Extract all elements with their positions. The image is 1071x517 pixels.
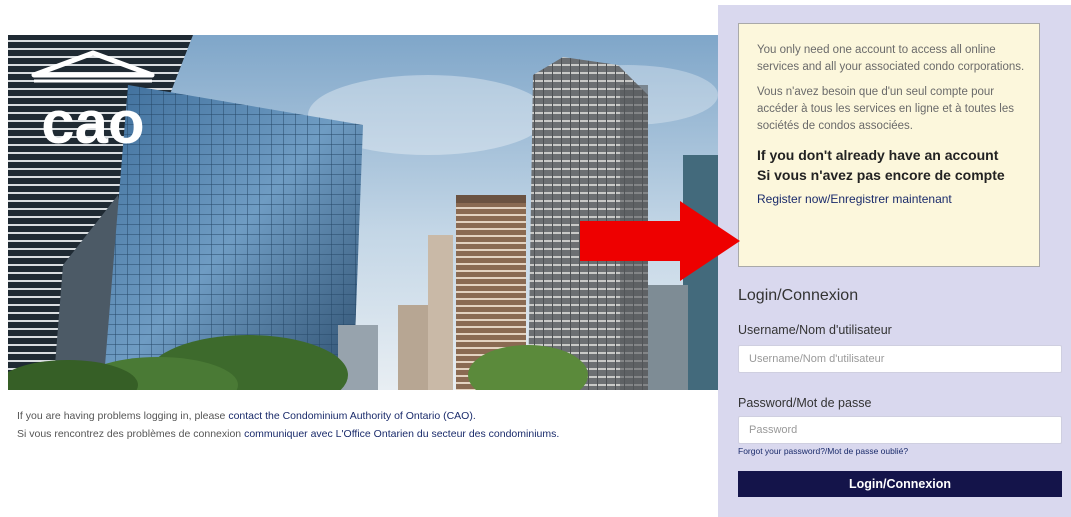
password-label: Password/Mot de passe [738,396,872,410]
account-notice: You only need one account to access all … [738,23,1040,267]
username-label: Username/Nom d'utilisateur [738,323,892,337]
register-link[interactable]: Register now/Enregistrer maintenant [757,192,1025,206]
help-text: If you are having problems logging in, p… [17,407,559,443]
login-button[interactable]: Login/Connexion [738,471,1062,497]
help-line-fr: Si vous rencontrez des problèmes de conn… [17,425,559,443]
red-arrow-icon [580,201,740,281]
login-title: Login/Connexion [738,287,859,304]
no-account-heading-fr: Si vous n'avez pas encore de compte [757,167,1005,183]
login-panel: You only need one account to access all … [718,5,1071,517]
help-line-en: If you are having problems logging in, p… [17,407,559,425]
notice-paragraph-en: You only need one account to access all … [757,44,1025,73]
password-input[interactable] [738,416,1062,444]
contact-cao-link-fr[interactable]: communiquer avec L'Office Ontarien du se… [244,428,559,440]
forgot-password-link[interactable]: Forgot your password?/Mot de passe oubli… [738,446,908,456]
help-prefix-fr: Si vous rencontrez des problèmes de conn… [17,428,245,440]
username-input[interactable] [738,345,1062,373]
notice-paragraph-fr: Vous n'avez besoin que d'un seul compte … [757,86,1014,132]
no-account-heading-en: If you don't already have an account [757,147,999,163]
help-prefix-en: If you are having problems logging in, p… [17,410,229,422]
cao-logo-text: cao [41,89,144,156]
contact-cao-link[interactable]: contact the Condominium Authority of Ont… [228,410,475,422]
